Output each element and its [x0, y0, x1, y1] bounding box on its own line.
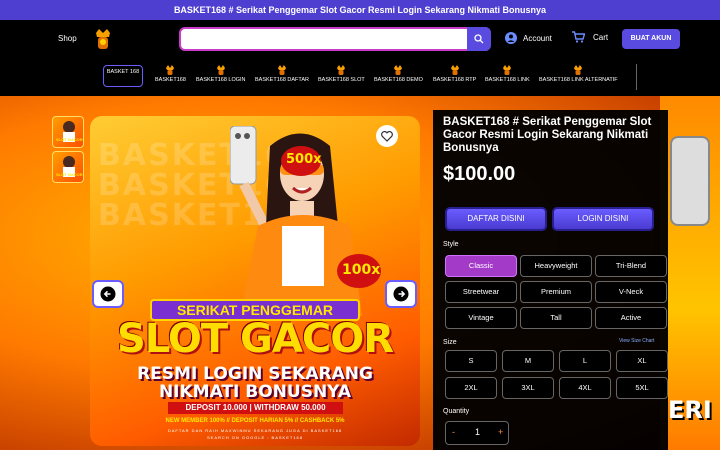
size-option-l[interactable]: L — [559, 350, 611, 372]
size-option-xl[interactable]: XL — [616, 350, 668, 372]
category-nav: BASKET 168 BASKET168 BASKET168 LOGIN BAS… — [0, 60, 720, 96]
heart-icon — [381, 130, 393, 142]
product-info-panel: BASKET168 # Serikat Penggemar Slot Gacor… — [433, 110, 668, 450]
nav-item-basket168-home[interactable]: BASKET 168 — [103, 65, 143, 87]
size-option-2xl[interactable]: 2XL — [445, 377, 497, 399]
nav-item-label: BASKET168 DEMO — [374, 77, 423, 83]
account-label: Account — [523, 33, 552, 43]
product-price: $100.00 — [443, 163, 516, 185]
shop-link[interactable]: Shop — [58, 34, 77, 43]
nav-item-basket168[interactable]: BASKET168 — [155, 65, 186, 83]
thumbnail-label: SLOT GACOR — [56, 137, 83, 142]
quantity-decrease-button[interactable]: - — [452, 427, 455, 437]
crown-logo-icon[interactable] — [94, 27, 112, 51]
gallery-thumbnail-2[interactable]: SLOT GACOR — [52, 151, 84, 183]
cart-link[interactable]: Cart — [572, 31, 608, 43]
account-link[interactable]: Account — [505, 32, 552, 44]
nav-item-label: BASKET168 LINK — [485, 77, 530, 83]
nav-divider — [636, 64, 637, 90]
multiplier-sticker-2-text: 100x — [342, 262, 381, 278]
prev-image-button[interactable] — [92, 280, 124, 308]
nav-item-link-alternatif[interactable]: BASKET168 LINK ALTERNATIF — [539, 65, 618, 83]
search-icon — [474, 34, 484, 44]
banner-promo: NEW MEMBER 100% // DEPOSIT HARIAN 5% // … — [165, 418, 345, 424]
arrow-left-icon — [100, 286, 116, 302]
banner-line-2: NIKMATI BONUSNYA — [158, 382, 352, 402]
banner-line-1: RESMI LOGIN SEKARANG — [137, 364, 373, 384]
nav-item-slot[interactable]: BASKET168 SLOT — [318, 65, 365, 83]
quantity-stepper: - 1 + — [445, 421, 509, 445]
product-title: BASKET168 # Serikat Penggemar Slot Gacor… — [443, 116, 652, 154]
login-button[interactable]: LOGIN DISINI — [552, 207, 654, 231]
thumbnail-image — [63, 156, 75, 177]
banner-title: SLOT GACOR — [116, 316, 394, 362]
nav-item-label: BASKET168 — [155, 77, 186, 83]
nav-item-label: BASKET168 LOGIN — [196, 77, 246, 83]
size-chart-link[interactable]: View Size Chart — [619, 338, 654, 344]
style-option-premium[interactable]: Premium — [520, 281, 592, 303]
style-label: Style — [443, 241, 459, 248]
nav-item-label: BASKET168 RTP — [433, 77, 477, 83]
search-box — [179, 27, 491, 51]
quantity-increase-button[interactable]: + — [498, 427, 503, 437]
announcement-bar: BASKET168 # Serikat Penggemar Slot Gacor… — [0, 0, 720, 20]
site-header: Shop Account Cart BUAT AKUN — [0, 20, 720, 60]
background-banner-right: ERI — [660, 96, 720, 450]
thumbnail-label: SLOT GACOR — [56, 172, 83, 177]
quantity-label: Quantity — [443, 408, 470, 415]
signup-button[interactable]: BUAT AKUN — [622, 29, 680, 49]
size-option-s[interactable]: S — [445, 350, 497, 372]
search-input[interactable] — [187, 32, 467, 46]
thumbnail-image — [63, 121, 75, 142]
gallery-thumbnail-1[interactable]: SLOT GACOR — [52, 116, 84, 148]
next-image-button[interactable] — [385, 280, 417, 308]
crown-icon — [450, 65, 459, 75]
background-phone-image — [670, 136, 710, 226]
crown-icon — [394, 65, 403, 75]
cart-icon — [572, 31, 585, 43]
banner-deposit: DEPOSIT 10.000 | WITHDRAW 50.000 — [168, 402, 343, 414]
banner-promo-2: DAFTAR DAN RAIH MAXWINMU SEKARANG JUGA D… — [167, 428, 343, 433]
crown-icon — [216, 65, 225, 75]
daftar-button[interactable]: DAFTAR DISINI — [445, 207, 547, 231]
nav-item-label: BASKET168 DAFTAR — [255, 77, 309, 83]
crown-icon — [574, 65, 583, 75]
nav-item-daftar[interactable]: BASKET168 DAFTAR — [255, 65, 309, 83]
style-option-heavyweight[interactable]: Heavyweight — [520, 255, 592, 277]
arrow-right-icon — [393, 286, 409, 302]
nav-item-login[interactable]: BASKET168 LOGIN — [196, 65, 246, 83]
style-option-classic[interactable]: Classic — [445, 255, 517, 277]
nav-item-label: BASKET168 LINK ALTERNATIF — [539, 77, 618, 83]
nav-item-rtp[interactable]: BASKET168 RTP — [433, 65, 476, 83]
background-banner-text: ERI — [668, 396, 712, 424]
crown-icon — [337, 65, 346, 75]
style-option-tall[interactable]: Tall — [520, 307, 592, 329]
size-label: Size — [443, 339, 457, 346]
crown-icon — [166, 65, 175, 75]
style-option-active[interactable]: Active — [595, 307, 667, 329]
crown-icon — [278, 65, 286, 75]
nav-item-label: BASKET168 SLOT — [318, 77, 365, 83]
size-option-4xl[interactable]: 4XL — [559, 377, 611, 399]
style-option-vintage[interactable]: Vintage — [445, 307, 517, 329]
nav-item-link[interactable]: BASKET168 LINK — [485, 65, 530, 83]
crown-icon — [503, 65, 512, 75]
style-option-v-neck[interactable]: V-Neck — [595, 281, 667, 303]
multiplier-sticker-text: 500x — [286, 152, 322, 167]
banner-search-hint: SEARCH ON GOOGLE : BASKET168 — [206, 435, 304, 440]
account-icon — [505, 32, 517, 44]
quantity-value[interactable]: 1 — [475, 427, 480, 437]
style-option-tri-blend[interactable]: Tri-Blend — [595, 255, 667, 277]
search-button[interactable] — [467, 27, 491, 51]
size-option-3xl[interactable]: 3XL — [502, 377, 554, 399]
product-main-image: BASKET168 BASKET168 BASKET168 500x 100x … — [90, 116, 420, 446]
cart-label: Cart — [593, 32, 609, 42]
size-option-m[interactable]: M — [502, 350, 554, 372]
nav-item-demo[interactable]: BASKET168 DEMO — [374, 65, 423, 83]
style-option-streetwear[interactable]: Streetwear — [445, 281, 517, 303]
wishlist-button[interactable] — [376, 125, 398, 147]
size-option-5xl[interactable]: 5XL — [616, 377, 668, 399]
